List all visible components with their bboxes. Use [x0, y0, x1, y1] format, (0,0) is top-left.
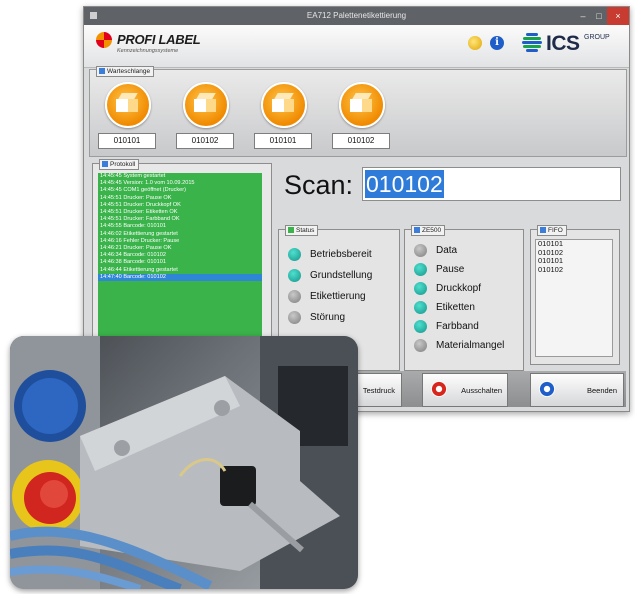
led-indicator-icon: [414, 320, 427, 333]
fifo-list[interactable]: 010101 010102 010101 010102: [535, 239, 613, 357]
led-indicator-icon: [414, 339, 427, 352]
exit-icon: [539, 381, 555, 397]
close-button[interactable]: ×: [607, 7, 629, 25]
box-icon: [272, 93, 296, 113]
protocol-label: Protokoll: [99, 159, 140, 170]
led-indicator-icon: [288, 248, 301, 261]
log-line[interactable]: 14:45:51 Drucker: Druckkopf OK: [98, 202, 262, 209]
log-line[interactable]: 14:46:21 Drucker: Pause OK: [98, 245, 262, 252]
list-icon: [102, 161, 108, 167]
status-label: Status: [285, 225, 319, 236]
sensor-mount-photo-image: [10, 336, 358, 589]
log-line[interactable]: 14:46:44 Etikettierung gestartet: [98, 267, 262, 274]
minimize-button[interactable]: –: [575, 7, 591, 25]
queue-item-code: 010102: [176, 133, 234, 149]
fifo-label: FIFO: [537, 225, 567, 236]
protocol-log[interactable]: 14:45:45 System gestartet 14:45:45 Versi…: [98, 173, 262, 363]
queue-item[interactable]: 010102: [332, 82, 390, 152]
queue-label: Warteschlange: [96, 66, 155, 77]
log-line[interactable]: 14:45:51 Drucker: Farbband OK: [98, 216, 262, 223]
profi-label-logo-icon: [96, 32, 112, 48]
log-line[interactable]: 14:45:51 Drucker: Pause OK: [98, 195, 262, 202]
log-line[interactable]: 14:45:45 Version: 1.0 vom 10.09.2015: [98, 180, 262, 187]
pencil-icon: [99, 68, 105, 74]
scan-value: 010102: [365, 170, 444, 198]
log-line[interactable]: 14:46:16 Fehler Drucker: Pause: [98, 238, 262, 245]
box-icon: [116, 93, 140, 113]
scan-label: Scan:: [284, 170, 354, 200]
led-indicator-icon: [414, 282, 427, 295]
queue-item[interactable]: 010101: [98, 82, 156, 152]
stack-icon: [540, 227, 546, 233]
brand-tagline: Kennzeichnungssysteme: [117, 48, 179, 54]
status-icon: [288, 227, 294, 233]
queue-item-code: 010101: [98, 133, 156, 149]
led-indicator-icon: [414, 263, 427, 276]
fifo-panel: FIFO 010101 010102 010101 010102: [530, 225, 620, 365]
queue-item-code: 010101: [254, 133, 312, 149]
ze500-label: ZE500: [411, 225, 446, 236]
queue-item-code: 010102: [332, 133, 390, 149]
log-line[interactable]: 14:45:55 Barcode: 010101: [98, 223, 262, 230]
window-title: EA712 Palettenetikettierung: [306, 11, 407, 20]
led-indicator-icon: [414, 244, 427, 257]
maximize-button[interactable]: □: [591, 7, 607, 25]
log-line[interactable]: 14:45:45 COM1 geöffnet (Drucker): [98, 187, 262, 194]
ics-wordmark: ICS: [546, 32, 580, 55]
log-line[interactable]: 14:45:45 System gestartet: [98, 173, 262, 180]
power-off-icon: [431, 381, 447, 397]
fifo-item[interactable]: 010102: [536, 265, 612, 275]
beenden-button[interactable]: Beenden: [530, 373, 624, 407]
log-line-selected[interactable]: 14:47:40 Barcode: 010102: [98, 273, 262, 282]
app-header: PROFI LABEL Kennzeichnungssysteme i ICS …: [84, 25, 629, 68]
queue-item[interactable]: 010101: [254, 82, 312, 152]
ics-globe-icon: [522, 32, 542, 54]
log-line[interactable]: 14:46:38 Barcode: 010101: [98, 259, 262, 266]
log-line[interactable]: 14:46:34 Barcode: 010102: [98, 252, 262, 259]
log-line[interactable]: 14:46:02 Etikettierung gestartet: [98, 231, 262, 238]
ics-group-label: GROUP: [584, 34, 610, 41]
queue-panel: Warteschlange 010101 010102 010101 01010…: [89, 66, 627, 157]
scan-input[interactable]: 010102: [362, 167, 621, 201]
box-icon: [350, 93, 374, 113]
ze500-panel: ZE500 Data Pause Druckkopf Etiketten Far…: [404, 225, 524, 371]
machine-photo: [10, 336, 358, 589]
moon-icon[interactable]: [468, 36, 482, 50]
info-icon[interactable]: i: [490, 36, 504, 50]
box-icon: [194, 93, 218, 113]
led-indicator-icon: [288, 311, 301, 324]
led-indicator-icon: [288, 269, 301, 282]
title-bar[interactable]: EA712 Palettenetikettierung – □ ×: [84, 7, 629, 25]
queue-item[interactable]: 010102: [176, 82, 234, 152]
log-line[interactable]: 14:45:51 Drucker: Etiketten OK: [98, 209, 262, 216]
led-indicator-icon: [288, 290, 301, 303]
ausschalten-button[interactable]: Ausschalten: [422, 373, 508, 407]
led-indicator-icon: [414, 301, 427, 314]
printer-icon: [414, 227, 420, 233]
brand-name: PROFI LABEL: [117, 32, 201, 47]
